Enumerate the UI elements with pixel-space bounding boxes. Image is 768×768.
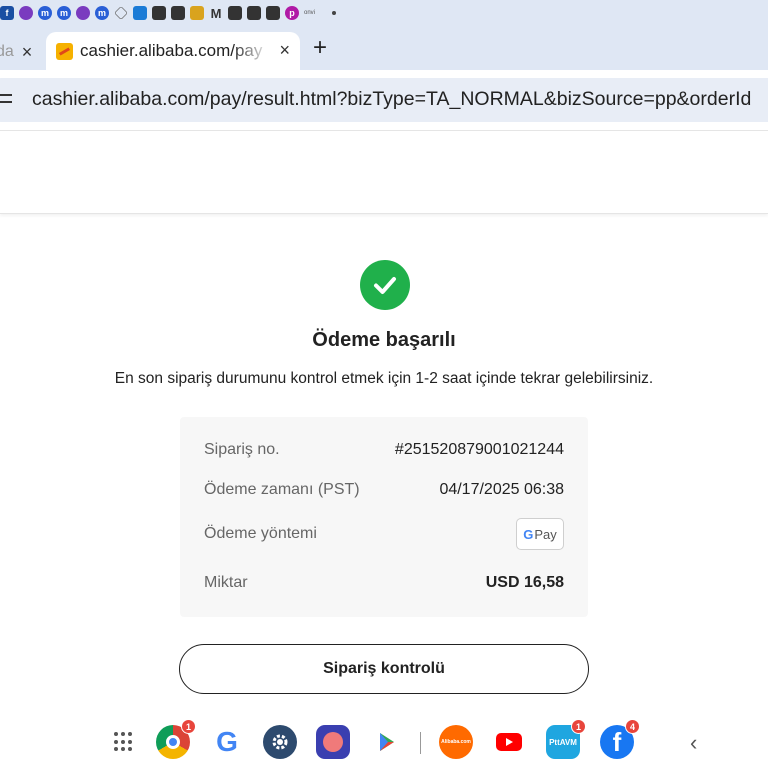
alibaba-icon[interactable]: Alibaba.com xyxy=(439,725,473,759)
pttavm-icon[interactable]: PttAVM 1 xyxy=(546,719,586,759)
play-store-icon[interactable] xyxy=(370,725,404,759)
address-bar[interactable]: cashier.alibaba.com/pay/result.html?bizT… xyxy=(0,78,768,122)
page-subtitle: En son sipariş durumunu kontrol etmek iç… xyxy=(114,370,654,387)
new-tab-button[interactable]: + xyxy=(313,34,327,62)
site-settings-icon[interactable] xyxy=(0,90,14,110)
bookmark-cube-icon[interactable] xyxy=(152,6,166,20)
order-number-label: Sipariş no. xyxy=(204,441,280,458)
payment-method-label: Ödeme yöntemi xyxy=(204,525,317,542)
close-icon[interactable]: × xyxy=(279,40,290,61)
bookmark-cube-icon[interactable] xyxy=(171,6,185,20)
close-icon[interactable]: × xyxy=(22,42,33,63)
order-number-value: #251520879001021244 xyxy=(394,441,564,458)
app-drawer-icon[interactable] xyxy=(114,732,134,752)
bookmark-mail-icon[interactable] xyxy=(228,6,242,20)
payment-method-value: Pay xyxy=(534,526,557,542)
toolbar: cashier.alibaba.com/pay/result.html?bizT… xyxy=(0,70,768,130)
tab-active[interactable]: cashier.alibaba.com/pay × xyxy=(46,32,300,70)
bookmark-more-icon[interactable] xyxy=(332,11,337,15)
screen-recorder-icon[interactable] xyxy=(316,725,350,759)
payment-time-label: Ödeme zamanı (PST) xyxy=(204,481,360,498)
pttavm-label: PttAVM xyxy=(549,737,577,747)
screen: f m m m M p onvi da × cashier.alibaba.co… xyxy=(0,0,768,768)
bookmark-card-icon[interactable] xyxy=(133,6,147,20)
payment-method-row: Ödeme yöntemi G Pay xyxy=(204,518,564,550)
youtube-icon[interactable] xyxy=(492,725,526,759)
payment-time-row: Ödeme zamanı (PST) 04/17/2025 06:38 xyxy=(204,481,564,499)
chrome-badge: 1 xyxy=(181,719,196,734)
facebook-badge: 4 xyxy=(625,719,640,734)
pttavm-badge: 1 xyxy=(571,719,586,734)
amount-label: Miktar xyxy=(204,574,248,591)
bookmark-document-icon[interactable] xyxy=(266,6,280,20)
bookmark-p-icon[interactable]: p xyxy=(285,6,299,20)
bookmark-mail-icon[interactable] xyxy=(247,6,261,20)
bookmark-f-icon[interactable]: f xyxy=(0,6,14,20)
tab-previous-title: da xyxy=(0,43,14,60)
bookmark-m-icon[interactable]: m xyxy=(57,6,71,20)
bookmark-crunchyroll-icon[interactable] xyxy=(19,6,33,20)
taskbar: 1 G Alibaba.com PttAVM 1 f 4 ‹ xyxy=(0,718,768,768)
alibaba-favicon-icon xyxy=(56,42,73,60)
tab-strip: da × cashier.alibaba.com/pay × + xyxy=(0,26,768,70)
bookmark-cards-icon[interactable] xyxy=(190,6,204,20)
bookmark-diamond-icon[interactable] xyxy=(114,6,128,20)
facebook-icon[interactable]: f 4 xyxy=(600,719,640,759)
order-number-row: Sipariş no. #251520879001021244 xyxy=(204,441,564,459)
bookmark-m-icon[interactable]: m xyxy=(95,6,109,20)
order-check-button[interactable]: Sipariş kontrolü xyxy=(179,644,589,694)
bookmark-crunchyroll-icon[interactable] xyxy=(76,6,90,20)
tab-previous[interactable]: da × xyxy=(0,34,44,70)
page-title: Ödeme başarılı xyxy=(312,329,456,351)
url-text[interactable]: cashier.alibaba.com/pay/result.html?bizT… xyxy=(32,88,751,111)
google-label: G xyxy=(216,726,238,757)
chevron-left-icon[interactable]: ‹ xyxy=(690,730,697,756)
chrome-icon[interactable]: 1 xyxy=(156,719,196,759)
site-header xyxy=(0,130,768,214)
google-pay-icon: G Pay xyxy=(516,518,564,550)
google-icon[interactable]: G xyxy=(210,725,244,759)
tab-title: cashier.alibaba.com/pay xyxy=(80,41,263,60)
payment-details-card: Sipariş no. #251520879001021244 Ödeme za… xyxy=(180,417,588,617)
bookmark-gmail-icon[interactable]: M xyxy=(209,6,223,21)
alibaba-label: Alibaba.com xyxy=(441,739,471,745)
success-check-icon xyxy=(360,260,410,310)
amount-value: USD 16,58 xyxy=(485,574,564,591)
bookmark-m-icon[interactable]: m xyxy=(38,6,52,20)
payment-time-value: 04/17/2025 06:38 xyxy=(439,481,564,498)
dock-separator xyxy=(420,732,421,754)
settings-icon[interactable] xyxy=(263,725,297,759)
bookmarks-bar: f m m m M p onvi xyxy=(0,0,768,26)
bookmark-text[interactable]: onvi xyxy=(304,10,315,16)
facebook-label: f xyxy=(612,726,622,757)
amount-row: Miktar USD 16,58 xyxy=(204,574,564,592)
google-g-text: G xyxy=(523,526,534,542)
